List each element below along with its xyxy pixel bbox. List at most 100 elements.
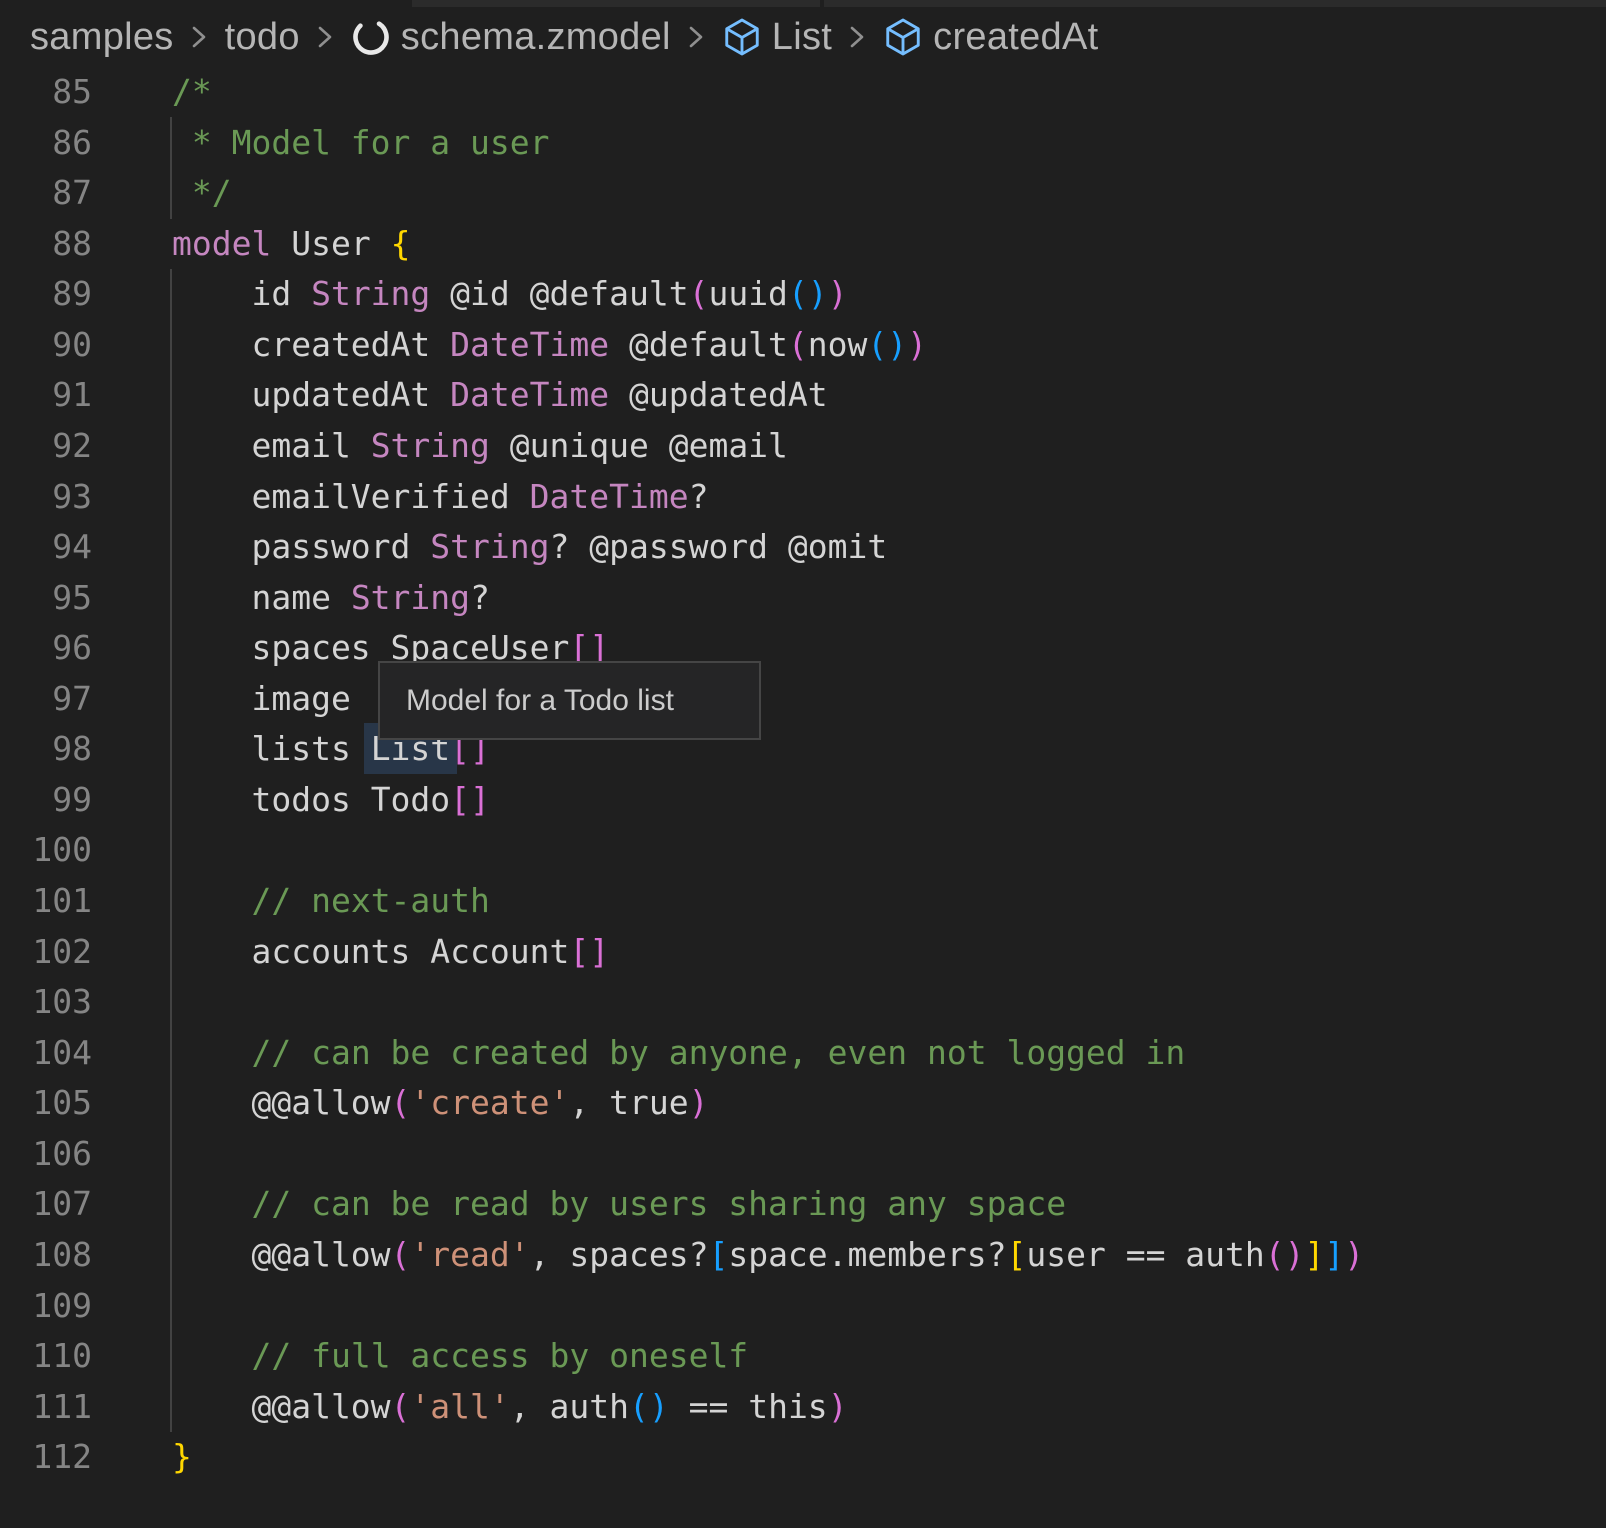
code-token: String bbox=[311, 274, 430, 313]
code-token: () bbox=[867, 325, 907, 364]
code-token: ) bbox=[689, 1083, 709, 1122]
code-line: 94 password String? @password @omit bbox=[0, 522, 1606, 573]
line-code[interactable]: accounts Account[] bbox=[172, 927, 609, 978]
code-line: 103 bbox=[0, 977, 1606, 1028]
code-line: 85 /* bbox=[0, 67, 1606, 118]
code-token: @updatedAt bbox=[609, 375, 828, 414]
code-token: ) bbox=[828, 1387, 848, 1426]
line-number: 85 bbox=[0, 67, 92, 118]
code-line: 111 @@allow('all', auth() == this) bbox=[0, 1382, 1606, 1433]
code-token: @id @default bbox=[430, 274, 688, 313]
tab-bar-edge bbox=[0, 0, 1606, 7]
code-token: // full access by oneself bbox=[251, 1336, 748, 1375]
line-number: 95 bbox=[0, 573, 92, 624]
code-token bbox=[172, 1184, 251, 1223]
code-token: ( bbox=[391, 1083, 411, 1122]
breadcrumb-separator-icon bbox=[688, 22, 705, 52]
line-number: 92 bbox=[0, 421, 92, 472]
code-token bbox=[172, 1336, 251, 1375]
line-code[interactable]: password String? @password @omit bbox=[172, 522, 887, 573]
code-line: 108 @@allow('read', spaces?[space.member… bbox=[0, 1230, 1606, 1281]
line-code[interactable]: name String? bbox=[172, 573, 490, 624]
line-code[interactable]: // next-auth bbox=[172, 876, 490, 927]
line-number: 111 bbox=[0, 1382, 92, 1433]
line-number: 103 bbox=[0, 977, 92, 1028]
code-token: @unique @email bbox=[490, 426, 788, 465]
code-token: [ bbox=[1006, 1235, 1026, 1274]
code-token: /* bbox=[172, 72, 212, 111]
line-number: 87 bbox=[0, 168, 92, 219]
code-line: 93 emailVerified DateTime? bbox=[0, 472, 1606, 523]
code-token: password bbox=[172, 527, 430, 566]
code-token: image bbox=[172, 679, 351, 718]
code-token: uuid bbox=[708, 274, 787, 313]
code-token: 'create' bbox=[410, 1083, 569, 1122]
line-code[interactable]: // can be created by anyone, even not lo… bbox=[172, 1028, 1185, 1079]
code-line: 102 accounts Account[] bbox=[0, 927, 1606, 978]
breadcrumb: samples todo schema.zmodel List createdAt bbox=[0, 7, 1606, 67]
breadcrumb-item-samples[interactable]: samples bbox=[30, 16, 174, 59]
breadcrumb-item-label: createdAt bbox=[933, 16, 1098, 59]
code-line: 88model User { bbox=[0, 219, 1606, 270]
code-line: 105 @@allow('create', true) bbox=[0, 1078, 1606, 1129]
breadcrumb-item-label: schema.zmodel bbox=[401, 16, 671, 59]
breadcrumb-item-label: todo bbox=[225, 16, 300, 59]
code-token: id bbox=[172, 274, 311, 313]
line-code[interactable]: todos Todo[] bbox=[172, 775, 490, 826]
line-number: 104 bbox=[0, 1028, 92, 1079]
code-line: 110 // full access by oneself bbox=[0, 1331, 1606, 1382]
line-code[interactable]: /* bbox=[172, 67, 212, 118]
tab-separator bbox=[820, 0, 824, 7]
line-code[interactable]: @@allow('all', auth() == this) bbox=[172, 1382, 848, 1433]
line-code[interactable]: id String @id @default(uuid()) bbox=[172, 269, 848, 320]
breadcrumb-item-createdat[interactable]: createdAt bbox=[883, 16, 1098, 59]
line-number: 98 bbox=[0, 724, 92, 775]
line-code[interactable]: // full access by oneself bbox=[172, 1331, 748, 1382]
line-code[interactable]: @@allow('read', spaces?[space.members?[u… bbox=[172, 1230, 1364, 1281]
line-code[interactable]: image bbox=[172, 674, 351, 725]
code-token: ? @password @omit bbox=[550, 527, 888, 566]
breadcrumb-item-schema-zmodel[interactable]: schema.zmodel bbox=[351, 16, 671, 59]
line-number: 112 bbox=[0, 1432, 92, 1483]
indent-guide bbox=[170, 117, 172, 219]
breadcrumb-item-todo[interactable]: todo bbox=[225, 16, 300, 59]
line-number: 109 bbox=[0, 1281, 92, 1332]
line-code[interactable]: */ bbox=[172, 168, 232, 219]
symbol-class-icon bbox=[722, 17, 762, 57]
code-token: */ bbox=[172, 173, 232, 212]
line-number: 108 bbox=[0, 1230, 92, 1281]
code-line: 96 spaces SpaceUser[] bbox=[0, 623, 1606, 674]
code-token: ? bbox=[470, 578, 490, 617]
line-code[interactable]: email String @unique @email bbox=[172, 421, 788, 472]
code-token: , spaces? bbox=[530, 1235, 709, 1274]
line-code[interactable]: model User { bbox=[172, 219, 410, 270]
code-token: () bbox=[1265, 1235, 1305, 1274]
line-code[interactable]: updatedAt DateTime @updatedAt bbox=[172, 370, 828, 421]
breadcrumb-item-list[interactable]: List bbox=[722, 16, 832, 59]
code-line: 95 name String? bbox=[0, 573, 1606, 624]
breadcrumb-separator-icon bbox=[191, 22, 208, 52]
code-token: 'all' bbox=[410, 1387, 509, 1426]
line-code[interactable]: } bbox=[172, 1432, 192, 1483]
code-token: Account bbox=[430, 932, 569, 971]
line-code[interactable]: emailVerified DateTime? bbox=[172, 472, 708, 523]
code-line: 92 email String @unique @email bbox=[0, 421, 1606, 472]
code-token: [ bbox=[708, 1235, 728, 1274]
line-code[interactable]: * Model for a user bbox=[172, 118, 550, 169]
line-number: 96 bbox=[0, 623, 92, 674]
code-token: [] bbox=[569, 932, 609, 971]
line-code[interactable]: // can be read by users sharing any spac… bbox=[172, 1179, 1066, 1230]
code-line: 91 updatedAt DateTime @updatedAt bbox=[0, 370, 1606, 421]
code-token: // can be read by users sharing any spac… bbox=[251, 1184, 1066, 1223]
line-code[interactable]: @@allow('create', true) bbox=[172, 1078, 708, 1129]
code-token: ( bbox=[391, 1235, 411, 1274]
line-number: 100 bbox=[0, 825, 92, 876]
code-token: User bbox=[271, 224, 390, 263]
code-token: ) bbox=[1344, 1235, 1364, 1274]
code-token: ) bbox=[907, 325, 927, 364]
code-token bbox=[172, 881, 251, 920]
code-token: accounts bbox=[172, 932, 430, 971]
code-line: 100 bbox=[0, 825, 1606, 876]
line-code[interactable]: createdAt DateTime @default(now()) bbox=[172, 320, 927, 371]
code-line: 86 * Model for a user bbox=[0, 118, 1606, 169]
